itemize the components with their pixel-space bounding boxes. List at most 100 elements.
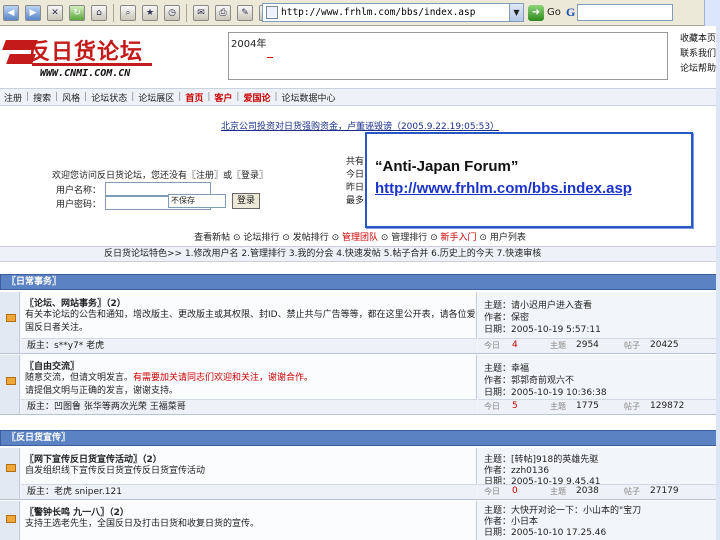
forum-main-cell: 〖自由交流〗 随意交流，但请文明发言。有需要加关请同志们欢迎和关注，谢谢合作。 … [21, 355, 477, 414]
today-count: 5 [512, 401, 518, 411]
contact-link[interactable]: 联系我们 [680, 47, 716, 62]
forum-icon-cell [0, 501, 20, 540]
forum-row: 〖论坛、网站事务〗（2） 有关本论坛的公告和通知，增改版主、更改版主或其权限、封… [0, 292, 720, 354]
forward-icon[interactable]: ▶ [25, 4, 41, 21]
search-icon[interactable]: ⌕ [120, 4, 136, 21]
util-forum-rank[interactable]: 论坛排行 [243, 233, 279, 243]
topics-label: 主题 [550, 487, 566, 496]
go-arrow-icon: ➜ [528, 4, 544, 21]
forum-moderators[interactable]: 版主：老虎 sniper.121 [21, 484, 477, 499]
toolbar-edge [704, 0, 720, 26]
nav-status[interactable]: 论坛状态 [91, 91, 127, 104]
remember-select[interactable]: 不保存 [168, 194, 226, 208]
favorites-icon[interactable]: ★ [142, 4, 158, 21]
mail-icon[interactable]: ✉ [193, 4, 209, 21]
go-label: Go [547, 7, 561, 18]
forum-moderators[interactable]: 版主：凹图鲁 张华等两次光荣 王福菜哥 [21, 399, 477, 414]
site-logo[interactable]: 反日货论坛 WWW.CNMI.COM.CN [2, 30, 172, 82]
google-search-input[interactable] [577, 4, 674, 21]
forum-icon-cell [0, 292, 20, 353]
forum-counts: 今日 5 主题 1775 帖子 129872 [478, 399, 720, 414]
nav-style[interactable]: 风格 [62, 91, 80, 104]
forum-moderators[interactable]: 版主：s**y7* 老虎 [21, 338, 477, 353]
stats-line: 共有 [346, 157, 365, 167]
forum-main-cell: 〖网下宣传反日货宣传活动〗（2） 自发组织线下宣传反日货宣传反日货宣传活动 版主… [21, 448, 477, 499]
post-count: 20425 [650, 340, 679, 350]
stop-icon[interactable]: ✕ [47, 4, 63, 21]
forum-title[interactable]: 〖自由交流〗 [25, 359, 79, 372]
forum-icon-cell [0, 355, 20, 414]
util-new-posts[interactable]: 查看新帖 [194, 233, 230, 243]
posts-label: 帖子 [624, 402, 640, 411]
login-message: 欢迎您访问反日货论坛，您还没有〖注册〗或〖登录〗 [52, 171, 269, 181]
edit-icon[interactable]: ✎ [237, 4, 253, 21]
folder-icon [6, 515, 16, 523]
util-admin-team[interactable]: 管理团队 [342, 233, 378, 243]
forum-main-cell: 〖论坛、网站事务〗（2） 有关本论坛的公告和通知，增改版主、更改版主或其权限、封… [21, 292, 477, 353]
page-edge [716, 26, 720, 540]
forum-title[interactable]: 〖警钟长鸣 九一八〗（2） [25, 505, 129, 518]
help-link[interactable]: 论坛帮助 [680, 62, 716, 77]
forum-description: 自发组织线下宣传反日货宣传反日货宣传活动 [25, 465, 477, 478]
home-icon[interactable]: ⌂ [91, 4, 107, 21]
logo-swoosh [32, 63, 152, 66]
today-count: 0 [512, 486, 518, 496]
forum-counts: 今日 0 主题 2038 帖子 27179 [478, 484, 720, 499]
chevron-down-icon[interactable]: ▼ [509, 4, 523, 21]
go-button[interactable]: ➜ Go [528, 3, 561, 22]
post-count: 129872 [650, 401, 685, 411]
nav-data-center[interactable]: 论坛数据中心 [282, 91, 336, 104]
stats-line: 最多 [346, 196, 365, 206]
today-count: 4 [512, 340, 518, 350]
banner-mark [267, 57, 273, 58]
forum-description: 支持王选老先生，全国反日及打击日货和收复日货的宣传。 [25, 518, 477, 531]
forum-title[interactable]: 〖论坛、网站事务〗（2） [25, 296, 126, 309]
back-icon[interactable]: ◀ [3, 4, 19, 21]
forum-description-text: 请提倡文明与正确的发言，谢谢支持。 [25, 386, 179, 396]
util-post-rank[interactable]: 发帖排行 [293, 233, 329, 243]
folder-icon [6, 377, 16, 385]
address-bar[interactable]: http://www.frhlm.com/bbs/index.asp ▼ [262, 3, 524, 22]
annotation-callout: “Anti-Japan Forum” http://www.frhlm.com/… [365, 132, 693, 228]
logo-title: 反日货论坛 [28, 40, 144, 65]
logo-subtitle: WWW.CNMI.COM.CN [40, 68, 131, 79]
topic-count: 2038 [576, 486, 599, 496]
forum-counts: 今日 4 主题 2954 帖子 20425 [478, 338, 720, 353]
banner-box: 2004年 [228, 32, 668, 80]
nav-guest[interactable]: 客户 [214, 91, 232, 104]
bookmark-link[interactable]: 收藏本页 [680, 32, 716, 47]
posts-label: 帖子 [624, 341, 640, 350]
forum-row: 〖自由交流〗 随意交流，但请文明发言。有需要加关请同志们欢迎和关注，谢谢合作。 … [0, 355, 720, 415]
print-icon[interactable]: ⎙ [215, 4, 231, 21]
site-header: 反日货论坛 WWW.CNMI.COM.CN 2004年 收藏本页 联系我们 论坛… [0, 26, 720, 86]
today-label: 今日 [484, 402, 500, 411]
forum-title[interactable]: 〖网下宣传反日货宣传活动〗（2） [25, 452, 162, 465]
login-button[interactable]: 登录 [232, 193, 260, 209]
nav-home[interactable]: 首页 [185, 91, 203, 104]
nav-gallery[interactable]: 论坛展区 [138, 91, 174, 104]
main-nav: 注册 | 搜索 | 风格 | 论坛状态 | 论坛展区 | 首页 | 客户 | 爱国论 | 论坛数… [0, 88, 720, 106]
util-newbie[interactable]: 新手入门 [441, 233, 477, 243]
stats-line: 今日 [346, 170, 365, 180]
util-user-list[interactable]: 用户列表 [490, 233, 526, 243]
announcement-link[interactable]: 北京公司投资对日货强购资金，卢董诬毁谤（2005.9.22.19:05:53） [221, 122, 499, 132]
username-label: 用户名称： [56, 185, 102, 196]
topic-count: 2954 [576, 340, 599, 350]
nav-register[interactable]: 注册 [4, 91, 22, 104]
util-admin-rank[interactable]: 管理排行 [391, 233, 427, 243]
folder-icon [6, 314, 16, 322]
last-date: 日期：2005-10-10 17.25.46 [484, 528, 607, 538]
nav-search[interactable]: 搜索 [33, 91, 51, 104]
forum-icon-cell [0, 448, 20, 499]
utility-links: 查看新帖 ⊙ 论坛排行 ⊙ 发帖排行 ⊙ 管理团队 ⊙ 管理排行 ⊙ 新手入门 … [194, 233, 526, 243]
history-icon[interactable]: ◷ [164, 4, 180, 21]
forum-stats: 共有 今日 昨日 最多 [346, 156, 364, 208]
nav-patriot[interactable]: 爱国论 [243, 91, 270, 104]
toolbar-divider [186, 3, 187, 22]
address-url[interactable]: http://www.frhlm.com/bbs/index.asp [281, 7, 509, 18]
section-header[interactable]: 〖日常事务〗 [0, 274, 720, 290]
post-count: 27179 [650, 486, 679, 496]
refresh-icon[interactable]: ↻ [69, 4, 85, 21]
stats-line: 昨日 [346, 183, 365, 193]
section-header[interactable]: 〖反日货宣传〗 [0, 430, 720, 446]
